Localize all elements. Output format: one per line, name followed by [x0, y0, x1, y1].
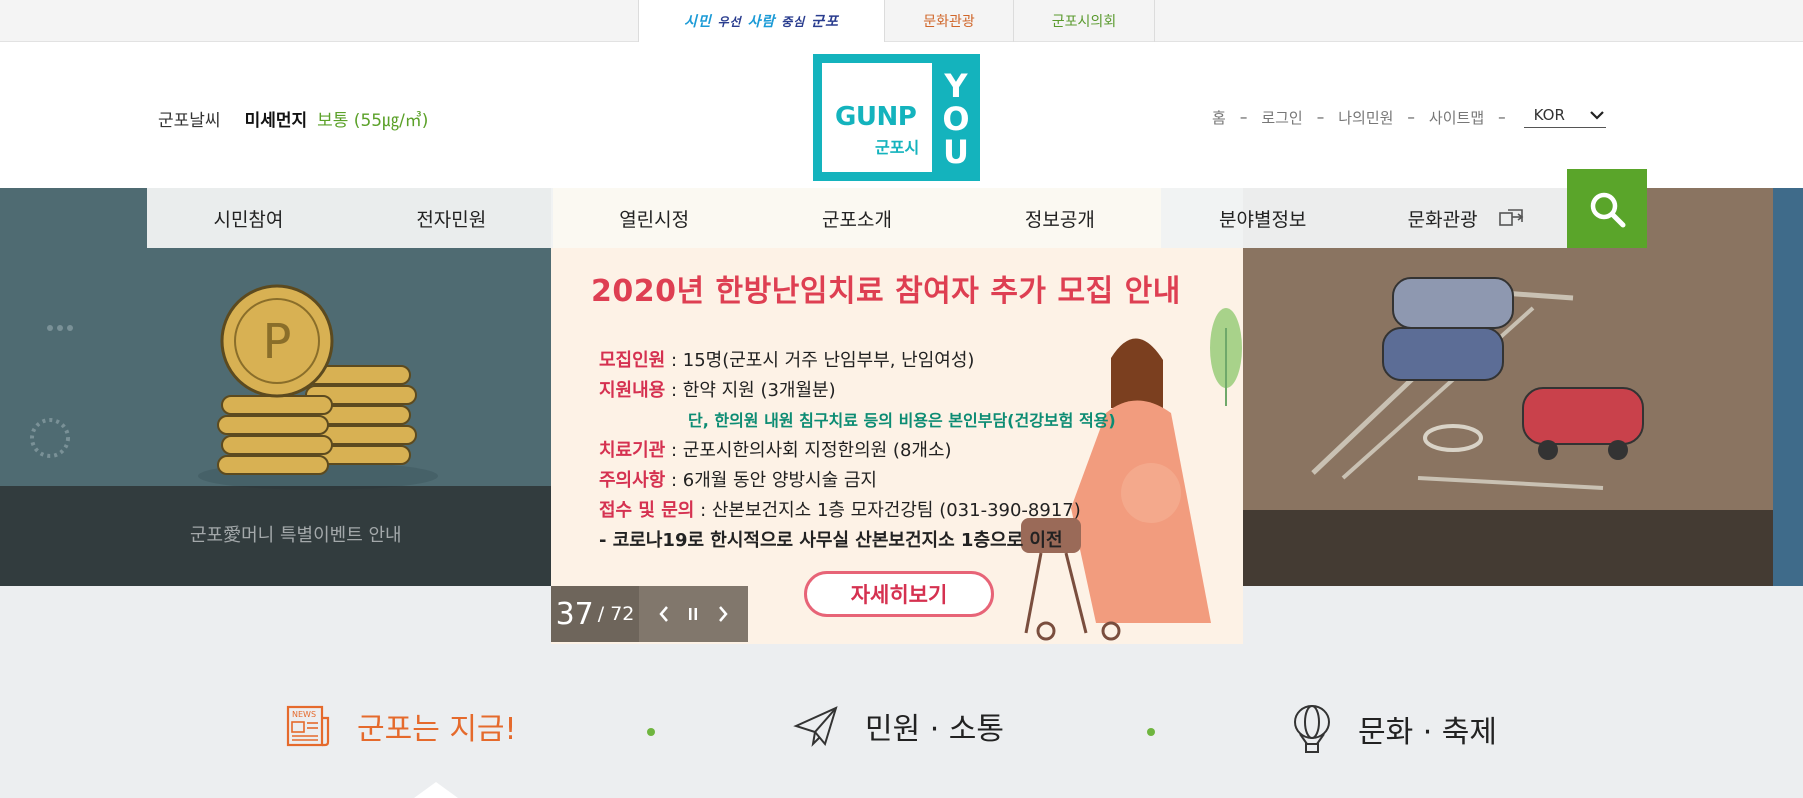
detail-row: 접수 및 문의 : 산본보건지소 1층 모자건강팀 (031-390-8917): [599, 500, 1081, 521]
main-navigation: 시민참여 전자민원 열린시정 군포소개 정보공개 분야별정보 문화관광: [147, 188, 1568, 248]
svg-text:NEWS: NEWS: [292, 710, 316, 719]
category-civil[interactable]: 민원 · 소통: [793, 704, 1004, 748]
slogan-word: 중심: [781, 14, 806, 29]
separator: –: [1316, 108, 1325, 126]
nav-e-petition[interactable]: 전자민원: [349, 188, 553, 248]
tab-culture-tourism[interactable]: 문화관광: [884, 0, 1013, 42]
detail-value: 15명(군포시 거주 난임부부, 난임여성): [682, 350, 975, 371]
chevron-right-icon: [719, 606, 728, 622]
detail-key: 접수 및 문의: [599, 500, 695, 521]
total-slides: / 72: [597, 603, 635, 625]
weather-widget: 군포날씨 미세먼지 보통 (55㎍/㎥): [158, 106, 428, 131]
slogan-word: 우선: [717, 14, 742, 29]
pause-slide-button[interactable]: [681, 602, 705, 626]
tab-city-council[interactable]: 군포시의회: [1013, 0, 1155, 42]
search-icon: [1590, 192, 1626, 227]
gunpo-logo[interactable]: GUNP 군포시 Y O U: [813, 54, 980, 181]
slogan-word: 사람: [747, 14, 776, 30]
slide-controls: [639, 586, 748, 642]
detail-row: 지원내용 : 한약 지원 (3개월분): [599, 380, 836, 401]
paper-plane-icon: [793, 706, 838, 747]
language-select[interactable]: KOR: [1523, 106, 1606, 128]
fine-dust-value: 보통 (55㎍/㎥): [317, 111, 429, 131]
next-slide-button[interactable]: [711, 602, 735, 626]
chevron-left-icon: [659, 606, 668, 622]
logo-letter: Y: [944, 67, 968, 105]
search-button[interactable]: [1567, 169, 1647, 248]
weather-link[interactable]: 군포날씨: [158, 106, 221, 131]
detail-row: 모집인원 : 15명(군포시 거주 난임부부, 난임여성): [599, 350, 975, 371]
utility-links: 홈 – 로그인 – 나의민원 – 사이트맵 – KOR: [1212, 106, 1606, 128]
category-culture[interactable]: 문화 · 축제: [1292, 704, 1497, 754]
caption-bar: [1243, 510, 1803, 586]
separator: –: [1498, 108, 1506, 126]
language-value: KOR: [1533, 106, 1565, 124]
pause-icon: [689, 608, 698, 620]
chevron-down-icon: [1589, 111, 1604, 120]
nav-about-gunpo[interactable]: 군포소개: [755, 188, 959, 248]
logo-city-text: 군포시: [875, 138, 920, 157]
detail-key: 주의사항: [599, 470, 666, 491]
detail-key: 모집인원: [599, 350, 666, 371]
logo-you-text: Y O U: [941, 70, 971, 169]
login-link[interactable]: 로그인: [1261, 107, 1302, 128]
separator: –: [1407, 108, 1415, 126]
category-section: NEWS 군포는 지금! 민원 · 소통 문화 · 축제: [0, 642, 1803, 798]
nav-label: 문화관광: [1407, 208, 1478, 231]
slide-counter: 37 / 72: [551, 586, 639, 642]
detail-row: 주의사항 : 6개월 동안 양방시술 금지: [599, 470, 877, 491]
top-tabs: 시민 우선 사람 중심 군포 문화관광 군포시의회: [638, 0, 1155, 42]
logo-letter: U: [943, 133, 969, 171]
hot-air-balloon-icon: [1294, 705, 1330, 753]
logo-brand-text: GUNP: [835, 102, 917, 132]
category-label: 군포는 지금!: [357, 712, 517, 747]
detail-value: 한약 지원 (3개월분): [682, 380, 836, 401]
top-bar: 시민 우선 사람 중심 군포 문화관광 군포시의회: [0, 0, 1803, 42]
detail-notice: - 코로나19로 한시적으로 사무실 산본보건지소 1층으로 이전: [599, 530, 1063, 551]
more-button[interactable]: 자세히보기: [804, 571, 994, 617]
slide-edge: [1773, 188, 1803, 586]
category-news[interactable]: NEWS 군포는 지금!: [285, 704, 517, 748]
detail-key: 치료기관: [599, 440, 666, 461]
active-tab-pointer: [414, 782, 458, 798]
separator-dot: [647, 728, 655, 736]
nav-open-administration[interactable]: 열린시정: [552, 188, 756, 248]
separator: –: [1239, 108, 1248, 126]
nav-culture-tourism[interactable]: 문화관광: [1364, 188, 1568, 248]
slogan-tab[interactable]: 시민 우선 사람 중심 군포: [638, 0, 884, 42]
slogan-word: 시민: [684, 14, 712, 30]
nav-information-disclosure[interactable]: 정보공개: [958, 188, 1162, 248]
slide-current[interactable]: 2020년 한방난임치료 참여자 추가 모집 안내 모집인원 : 15명(군포시…: [551, 248, 1243, 644]
nav-citizen-participation[interactable]: 시민참여: [147, 188, 350, 248]
fine-dust-label: 미세먼지: [244, 111, 308, 131]
newspaper-icon: NEWS: [286, 705, 330, 747]
svg-text:P: P: [263, 314, 292, 370]
slide-caption[interactable]: 군포愛머니 특별이벤트 안내: [190, 521, 402, 547]
slide-details: 모집인원 : 15명(군포시 거주 난임부부, 난임여성) 지원내용 : 한약 …: [599, 346, 1116, 556]
detail-value: 산본보건지소 1층 모자건강팀 (031-390-8917): [711, 500, 1081, 521]
detail-note: 단, 한의원 내원 침구치료 등의 비용은 본인부담(건강보험 적용): [688, 411, 1116, 430]
logo-letter: O: [942, 100, 970, 138]
separator-dot: [1147, 728, 1155, 736]
detail-value: 군포시한의사회 지정한의원 (8개소): [682, 440, 952, 461]
prev-slide-button[interactable]: [652, 602, 676, 626]
header: 군포날씨 미세먼지 보통 (55㎍/㎥) GUNP 군포시 Y O U 홈 – …: [0, 42, 1803, 188]
category-label: 민원 · 소통: [865, 712, 1005, 747]
detail-key: 지원내용: [599, 380, 666, 401]
external-link-icon: [1498, 209, 1523, 226]
my-petitions-link[interactable]: 나의민원: [1338, 107, 1393, 128]
slide-title: 2020년 한방난임치료 참여자 추가 모집 안내: [591, 274, 1181, 309]
sitemap-link[interactable]: 사이트맵: [1429, 107, 1484, 128]
current-slide: 37: [555, 596, 594, 632]
slogan-word: 군포: [811, 14, 839, 30]
detail-row: 치료기관 : 군포시한의사회 지정한의원 (8개소): [599, 440, 952, 461]
home-link[interactable]: 홈: [1212, 107, 1226, 128]
category-label: 문화 · 축제: [1358, 715, 1498, 750]
detail-value: 6개월 동안 양방시술 금지: [682, 470, 877, 491]
nav-field-information[interactable]: 분야별정보: [1161, 188, 1365, 248]
